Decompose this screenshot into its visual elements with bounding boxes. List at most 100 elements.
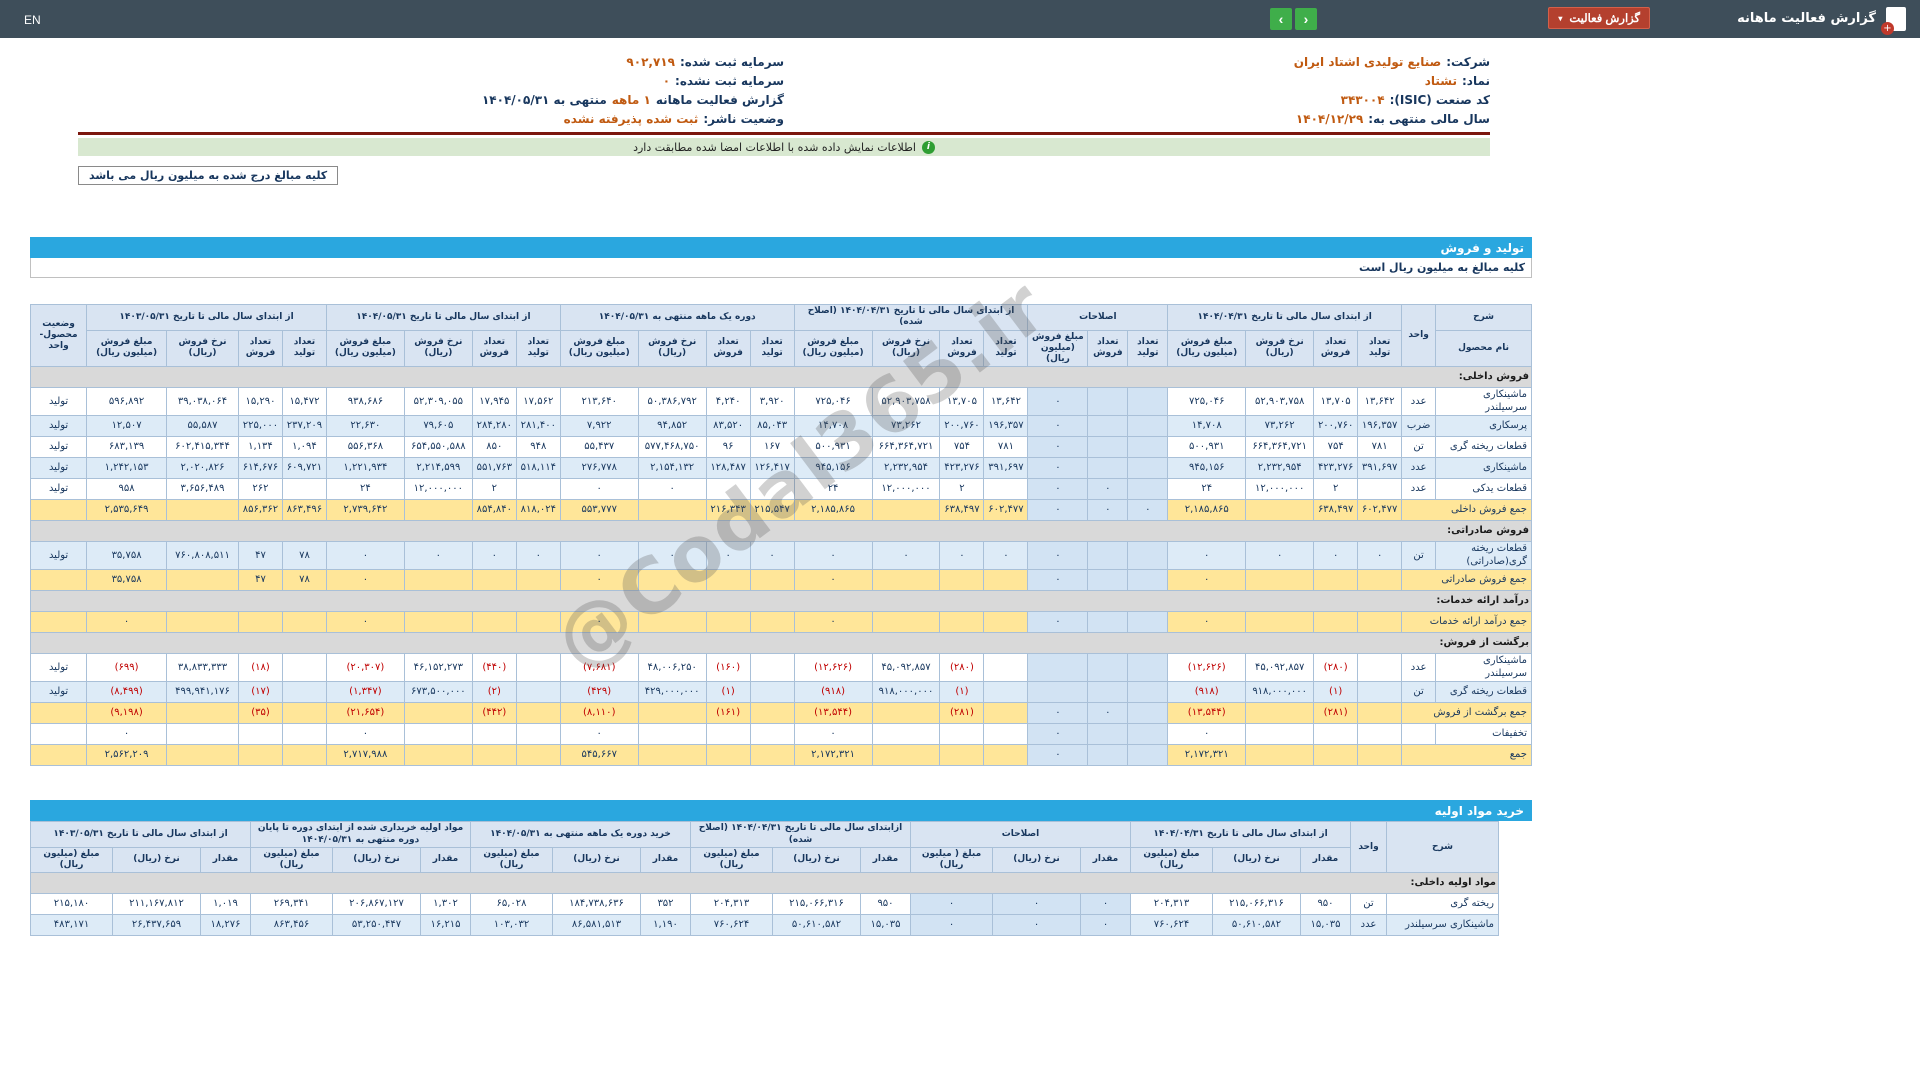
value-cell bbox=[1027, 681, 1089, 704]
value-cell bbox=[1313, 569, 1359, 592]
value-cell bbox=[637, 569, 707, 592]
value-cell: ۰ bbox=[325, 541, 405, 571]
value-cell: ۰ bbox=[637, 541, 707, 571]
product-name-cell: قطعات یدکی bbox=[1435, 478, 1532, 501]
value-cell: ۲۳۷,۲۰۹ bbox=[281, 415, 327, 438]
value-cell: ۷۵۴ bbox=[1313, 436, 1359, 459]
total-row: جمع برگشت از فروش (۲۸۱) (۱۳,۵۴۴) ۰ ۰ (۲۸۱) (۱۳… bbox=[29, 702, 1532, 725]
value-cell bbox=[637, 702, 707, 725]
value-cell: ۶۷۳,۵۰۰,۰۰۰ bbox=[403, 681, 473, 704]
column-header: تعداد تولید bbox=[281, 329, 327, 368]
value-cell: ۰ bbox=[1313, 541, 1359, 571]
value-cell: ۸۳,۵۲۰ bbox=[705, 415, 751, 438]
value-cell: ۵۰۰,۹۳۱ bbox=[793, 436, 873, 459]
value-cell bbox=[749, 681, 795, 704]
value-cell: (۲۸۰) bbox=[1313, 653, 1359, 683]
value-cell: ۷۸ bbox=[281, 541, 327, 571]
value-cell bbox=[749, 744, 795, 767]
product-name-cell: ماشینکاری سرسیلندر bbox=[1386, 914, 1499, 937]
value-cell bbox=[871, 499, 941, 522]
value-cell: ۰ bbox=[1167, 723, 1247, 746]
section-bar-production-sales: تولید و فروش bbox=[30, 237, 1532, 258]
value-cell: ۷۹,۶۰۵ bbox=[403, 415, 473, 438]
value-cell bbox=[705, 611, 751, 634]
value-cell bbox=[237, 723, 283, 746]
info-value: ۱ ماهه bbox=[611, 92, 651, 107]
value-cell: (۱۲,۶۲۶) bbox=[1167, 653, 1247, 683]
value-cell: ۰ bbox=[749, 541, 795, 571]
column-header: مقدار bbox=[200, 846, 251, 874]
value-cell: ۱۴,۷۰۸ bbox=[1167, 415, 1247, 438]
value-cell: ۰ bbox=[515, 541, 561, 571]
value-cell: ۰ bbox=[1167, 569, 1247, 592]
column-header: مبلغ (میلیون ریال) bbox=[250, 846, 333, 874]
value-cell bbox=[1087, 541, 1129, 571]
value-cell: ۰ bbox=[705, 541, 751, 571]
value-cell: ۴۲۹,۰۰۰,۰۰۰ bbox=[637, 681, 707, 704]
value-cell bbox=[1245, 611, 1315, 634]
value-cell: ۲ bbox=[471, 478, 517, 501]
value-cell: ۳۵,۷۵۸ bbox=[86, 541, 168, 571]
value-cell bbox=[515, 611, 561, 634]
section-row: فروش داخلی: bbox=[30, 366, 1532, 389]
prev-report-button[interactable]: ‹ bbox=[1270, 8, 1292, 30]
value-cell: (۱) bbox=[939, 681, 985, 704]
value-cell bbox=[515, 744, 561, 767]
status-cell bbox=[29, 499, 88, 522]
value-cell: ۲,۵۳۵,۶۴۹ bbox=[86, 499, 168, 522]
value-cell: ۶۵,۰۲۸ bbox=[470, 893, 553, 916]
value-cell: ۶۶۴,۳۶۴,۷۲۱ bbox=[1245, 436, 1315, 459]
value-cell: ۱۲,۵۰۷ bbox=[86, 415, 168, 438]
value-cell: ۶۰۲,۴۷۷ bbox=[983, 499, 1029, 522]
value-cell bbox=[281, 744, 327, 767]
column-header: مقدار bbox=[640, 846, 691, 874]
data-row: قطعات یدکی عدد ۲ ۱۲,۰۰۰,۰۰۰ ۲۴ ۰ ۰ ۲ ۱۲,۰۰۰,۰۰۰ ۲… bbox=[29, 478, 1532, 501]
product-name-cell: قطعات ریخته گری(صادراتی) bbox=[1435, 541, 1532, 571]
value-cell: ۶۳۸,۴۹۷ bbox=[1313, 499, 1359, 522]
data-row: قطعات ریخته گری تن ۷۸۱ ۷۵۴ ۶۶۴,۳۶۴,۷۲۱ ۵۰۰,۹۳… bbox=[29, 436, 1532, 459]
product-name-cell: تخفیفات bbox=[1435, 723, 1532, 746]
value-cell: ۰ bbox=[983, 541, 1029, 571]
value-cell bbox=[983, 611, 1029, 634]
value-cell bbox=[1127, 611, 1169, 634]
value-cell: ۰ bbox=[1027, 611, 1089, 634]
report-type-dropdown[interactable]: گزارش فعالیت ▾ bbox=[1548, 7, 1650, 29]
value-cell: ۸۶۳,۴۹۶ bbox=[281, 499, 327, 522]
report-body: تولید و فروش کلیه مبالغ به میلیون ریال ا… bbox=[29, 237, 1532, 937]
value-cell bbox=[515, 681, 561, 704]
value-cell bbox=[1087, 611, 1129, 634]
next-report-button[interactable]: › bbox=[1295, 8, 1317, 30]
column-header: نرخ (ریال) bbox=[1212, 846, 1301, 874]
value-cell bbox=[1245, 499, 1315, 522]
value-cell: ۲ bbox=[939, 478, 985, 501]
value-cell: ۶۶۴,۳۶۴,۷۲۱ bbox=[871, 436, 941, 459]
value-cell: ۴,۲۴۰ bbox=[705, 387, 751, 417]
value-cell bbox=[939, 723, 985, 746]
column-header-unit: واحد bbox=[1401, 303, 1437, 368]
value-cell: ۰ bbox=[471, 541, 517, 571]
value-cell bbox=[637, 744, 707, 767]
unit-cell: عدد bbox=[1401, 387, 1437, 417]
value-cell: ۲۰۰,۷۶۰ bbox=[1313, 415, 1359, 438]
value-cell bbox=[983, 702, 1029, 725]
value-cell: ۲۱۱,۱۶۷,۸۱۲ bbox=[112, 893, 201, 916]
group-header: دوره یک ماهه منتهی به ۱۴۰۴/۰۵/۳۱ bbox=[559, 304, 795, 331]
value-cell: (۴۲۹) bbox=[559, 681, 639, 704]
value-cell: ۱۸۴,۷۳۸,۶۳۶ bbox=[552, 893, 641, 916]
column-header: نرخ (ریال) bbox=[552, 846, 641, 874]
info-label: نماد: bbox=[1461, 73, 1490, 88]
column-header: نرخ فروش (ریال) bbox=[871, 329, 941, 368]
value-cell: ۱,۳۰۲ bbox=[420, 893, 471, 916]
value-cell bbox=[749, 723, 795, 746]
group-header: مواد اولیه خریداری شده از ابتدای دوره تا… bbox=[250, 821, 471, 848]
value-cell: ۴۸,۰۰۶,۲۵۰ bbox=[637, 653, 707, 683]
section-label: مواد اولیه داخلی: bbox=[30, 872, 1499, 895]
section-label: فروش داخلی: bbox=[30, 366, 1532, 389]
value-cell: ۸۵,۰۴۳ bbox=[749, 415, 795, 438]
value-cell: ۶۵۴,۵۵۰,۵۸۸ bbox=[403, 436, 473, 459]
language-en-button[interactable]: EN bbox=[18, 12, 47, 28]
value-cell: (۱) bbox=[705, 681, 751, 704]
info-row-report-period: گزارش فعالیت ماهانه ۱ ماهه منتهی به ۱۴۰۴… bbox=[78, 90, 784, 109]
data-row: قطعات ریخته گری(صادراتی) تن ۰ ۰ ۰ ۰ ۰ ۰ ۰ ۰ ۰ ۰ ۰ ۰ ۰ ۰… bbox=[29, 541, 1532, 571]
unit-cell: ضرب bbox=[1401, 415, 1437, 438]
